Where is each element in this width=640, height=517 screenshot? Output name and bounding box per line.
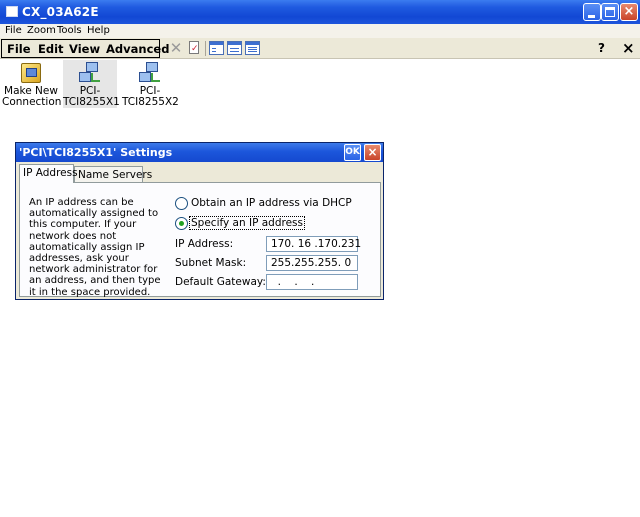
menu-file[interactable]: File [5, 25, 22, 36]
minimize-icon [588, 15, 595, 18]
cmd-menu-view[interactable]: View [69, 42, 100, 56]
close-button[interactable]: × [620, 3, 638, 21]
properties-icon[interactable]: ✓ [186, 40, 202, 56]
icon-label-line2: Connection [2, 96, 62, 108]
window-title: CX_03A62E [22, 5, 99, 19]
specify-ip-radio[interactable] [175, 217, 188, 230]
help-label: ? [598, 41, 605, 55]
ip-address-panel: An IP address can be automatically assig… [19, 182, 381, 298]
subnet-mask-label: Subnet Mask: [175, 257, 247, 269]
menu-bar: File Zoom Tools Help [0, 24, 640, 38]
command-close-icon[interactable]: × [622, 39, 635, 57]
dhcp-radio-label[interactable]: Obtain an IP address via DHCP [191, 197, 352, 209]
settings-dialog: 'PCI\TCI8255X1' Settings OK × IP Address… [15, 142, 384, 300]
specify-ip-radio-label[interactable]: Specify an IP address [189, 216, 305, 230]
minimize-button[interactable] [583, 3, 601, 21]
network-adapter-icon [77, 60, 103, 86]
default-gateway-field[interactable]: . . . [266, 274, 358, 290]
pci-tci8255x2-icon-item[interactable]: PCI- TCI8255X2 [122, 60, 179, 108]
menu-zoom[interactable]: Zoom [27, 25, 56, 36]
icon-label-line2: TCI8255X1 [63, 96, 120, 108]
dialog-close-button[interactable]: × [364, 144, 381, 161]
cmd-menu-advanced[interactable]: Advanced [106, 42, 169, 56]
toolbar-separator [205, 41, 206, 56]
default-gateway-label: Default Gateway: [175, 276, 266, 288]
menu-tools[interactable]: Tools [57, 25, 82, 36]
dialog-title: 'PCI\TCI8255X1' Settings [19, 146, 173, 159]
delete-icon[interactable]: ✕ [168, 40, 184, 56]
maximize-icon [605, 7, 615, 17]
ip-description-text: An IP address can be automatically assig… [29, 197, 161, 298]
small-icons-view-icon[interactable] [227, 41, 242, 55]
close-icon: × [623, 4, 635, 19]
window-icon [6, 6, 18, 17]
icon-label-line2: TCI8255X2 [122, 96, 179, 108]
command-menu: File Edit View Advanced [1, 39, 169, 58]
cmd-menu-file[interactable]: File [7, 42, 31, 56]
ip-address-field[interactable]: 170. 16 .170.231 [266, 236, 361, 252]
connection-wizard-icon [18, 60, 44, 86]
dialog-title-bar[interactable]: 'PCI\TCI8255X1' Settings OK × [16, 143, 383, 162]
maximize-button[interactable] [601, 3, 619, 21]
details-view-icon[interactable] [245, 41, 260, 55]
large-icons-view-icon[interactable] [209, 41, 224, 55]
tab-name-servers[interactable]: Name Servers [74, 166, 152, 183]
ip-address-label: IP Address: [175, 238, 234, 250]
menu-help[interactable]: Help [87, 25, 110, 36]
window-title-bar[interactable]: CX_03A62E × [0, 0, 640, 24]
tab-ip-address[interactable]: IP Address [19, 164, 78, 183]
dhcp-radio[interactable] [175, 197, 188, 210]
help-icon[interactable]: ? [598, 41, 605, 55]
make-new-connection-icon-item[interactable]: Make New Connection [2, 60, 62, 108]
ok-button[interactable]: OK [344, 144, 361, 161]
cmd-menu-edit[interactable]: Edit [38, 42, 64, 56]
subnet-mask-field[interactable]: 255.255.255. 0 [266, 255, 358, 271]
network-adapter-icon [137, 60, 163, 86]
command-bar: File Edit View Advanced ✕ ✓ ? × [0, 38, 640, 59]
pci-tci8255x1-icon-item[interactable]: PCI- TCI8255X1 [63, 60, 120, 108]
